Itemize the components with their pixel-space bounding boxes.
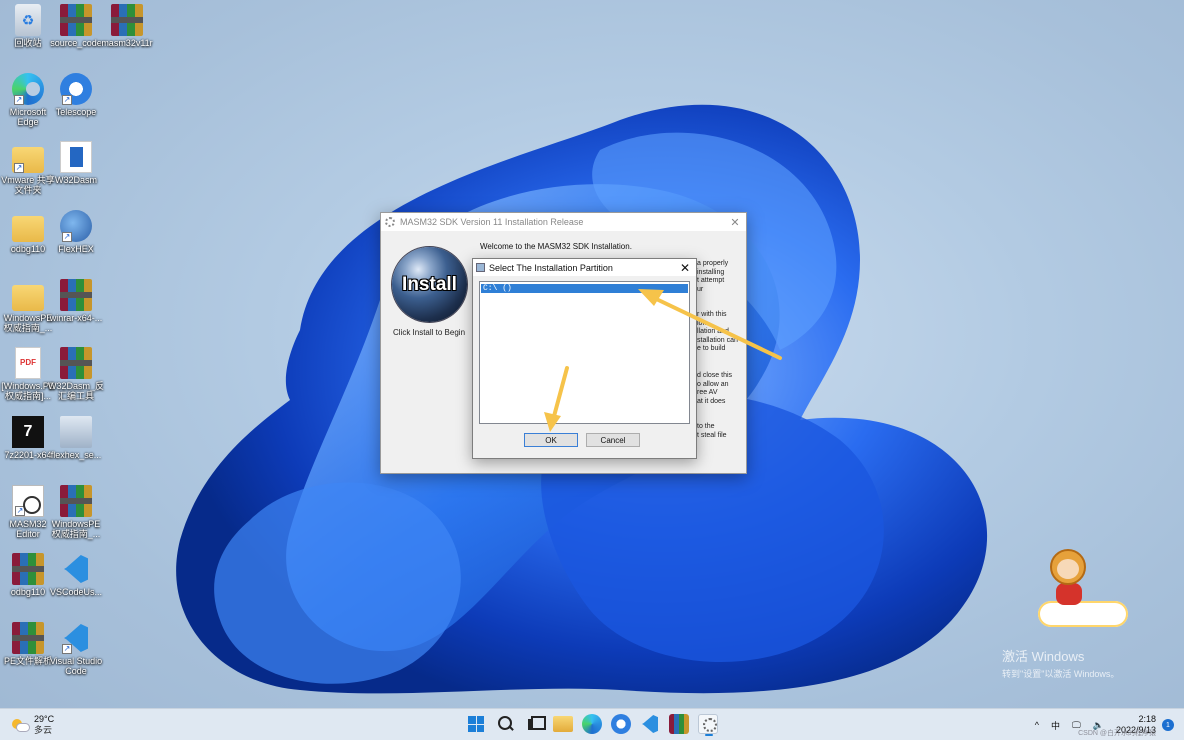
desktop-icon-label: winrar-x64-... bbox=[49, 313, 103, 323]
winrar-archive-icon bbox=[111, 4, 143, 36]
installer-titlebar[interactable]: MASM32 SDK Version 11 Installation Relea… bbox=[381, 213, 746, 231]
desktop-icon-label: source_code bbox=[50, 38, 102, 48]
telescope-icon: ↗ bbox=[60, 73, 92, 105]
notification-badge[interactable]: 1 bbox=[1162, 719, 1174, 731]
desktop-icon-w32dasm-archive[interactable]: W32Dasm_反汇编工具 bbox=[48, 347, 104, 401]
winrar-icon[interactable] bbox=[669, 714, 689, 734]
desktop-icon-label: W32Dasm_反汇编工具 bbox=[48, 381, 105, 401]
activate-windows-watermark: 激活 Windows 转到"设置"以激活 Windows。 bbox=[1002, 646, 1119, 680]
csdn-watermark: CSDN @白开水的程序猿 bbox=[1078, 730, 1156, 737]
desktop-icon-label: Telescope bbox=[55, 107, 97, 117]
desktop-icon-winrar-x64[interactable]: winrar-x64-... bbox=[48, 279, 104, 323]
vscode-icon: ↗ bbox=[60, 622, 92, 654]
installer-text-fragment: a properly installing t attempt ur bbox=[697, 260, 729, 293]
desktop-icon-windowspe-archive[interactable]: WindowsPE权威指南_... bbox=[48, 485, 104, 539]
desktop-icon-label: WindowsPE权威指南_... bbox=[51, 519, 101, 539]
recycle-bin-icon: ♻ bbox=[15, 4, 41, 36]
setup-icon[interactable] bbox=[698, 714, 718, 736]
desktop-icon-w32dasm[interactable]: W32Dasm bbox=[48, 141, 104, 185]
pdf-icon: PDF bbox=[15, 347, 41, 379]
winrar-archive-icon bbox=[60, 279, 92, 311]
desktop-icon-label: W32Dasm bbox=[54, 175, 97, 185]
weather-temperature: 29°C bbox=[34, 714, 55, 724]
vscode-icon bbox=[60, 553, 92, 585]
winrar-archive-icon bbox=[12, 622, 44, 654]
file-explorer-icon[interactable] bbox=[553, 716, 573, 732]
select-partition-dialog[interactable]: Select The Installation Partition ✕ C:\ … bbox=[472, 258, 697, 459]
desktop-icon-flexhex[interactable]: ↗ FlexHEX bbox=[48, 210, 104, 254]
welcome-text: Welcome to the MASM32 SDK Installation. bbox=[480, 242, 632, 251]
telescope-icon[interactable] bbox=[611, 714, 631, 734]
dialog-titlebar[interactable]: Select The Installation Partition ✕ bbox=[473, 259, 696, 276]
installer-title: MASM32 SDK Version 11 Installation Relea… bbox=[400, 217, 584, 227]
taskbar-apps bbox=[466, 714, 718, 736]
folder-icon bbox=[12, 216, 44, 242]
7zip-icon: 7 bbox=[12, 416, 44, 448]
desktop-icon-masm32v11r[interactable]: masm32v11r bbox=[99, 4, 155, 48]
winrar-archive-icon bbox=[12, 553, 44, 585]
monkey-king-mascot bbox=[1038, 543, 1128, 631]
ok-button[interactable]: OK bbox=[524, 433, 578, 447]
partition-item[interactable]: C:\ () bbox=[481, 284, 688, 293]
show-hidden-icons-button[interactable]: ^ bbox=[1035, 720, 1039, 730]
desktop-icon-label: flexhex_se... bbox=[50, 450, 102, 460]
winrar-archive-icon bbox=[60, 347, 92, 379]
partly-cloudy-icon bbox=[12, 719, 30, 732]
desktop-icon-label: VSCodeUs... bbox=[49, 587, 103, 597]
w32dasm-icon bbox=[60, 141, 92, 173]
desktop-icon-telescope[interactable]: ↗ Telescope bbox=[48, 73, 104, 117]
search-icon[interactable] bbox=[495, 714, 515, 734]
weather-widget[interactable]: 29°C 多云 bbox=[12, 714, 54, 736]
dialog-title: Select The Installation Partition bbox=[489, 262, 613, 273]
partition-listbox[interactable]: C:\ () bbox=[479, 281, 690, 424]
installer-text-fragment: r with this ion llation and stallation c… bbox=[697, 311, 738, 352]
activate-title: 激活 Windows bbox=[1002, 649, 1085, 664]
desktop-icon-source-code[interactable]: source_code bbox=[48, 4, 104, 48]
flexhex-icon: ↗ bbox=[60, 210, 92, 242]
desktop-icon-label: FlexHEX bbox=[58, 244, 94, 254]
start-icon[interactable] bbox=[466, 714, 486, 734]
dialog-window-icon bbox=[476, 263, 485, 272]
gear-icon bbox=[385, 217, 395, 227]
install-button[interactable]: Install bbox=[392, 247, 467, 322]
edge-icon: ↗ bbox=[12, 73, 44, 105]
setup-icon bbox=[60, 416, 92, 448]
installer-text-fragment: to the t steal file bbox=[697, 423, 727, 439]
desktop-icon-flexhex-setup[interactable]: flexhex_se... bbox=[48, 416, 104, 460]
masm32-editor-icon: ↗ bbox=[12, 485, 44, 517]
installer-text-fragment: d close this o allow an ree AV at it doe… bbox=[697, 372, 733, 405]
taskbar: 29°C 多云 ^ 中 🖵 🔈 2:18 2022/9/13 1 bbox=[0, 708, 1184, 740]
winrar-archive-icon bbox=[60, 485, 92, 517]
vscode-icon[interactable] bbox=[640, 714, 660, 734]
activate-subtitle: 转到"设置"以激活 Windows。 bbox=[1002, 669, 1120, 679]
clock-time: 2:18 bbox=[1138, 714, 1156, 724]
task-view-icon[interactable] bbox=[524, 714, 546, 734]
click-install-hint: Click Install to Begin bbox=[392, 328, 466, 337]
winrar-archive-icon bbox=[60, 4, 92, 36]
desktop-icon-label: Visual Studio Code bbox=[49, 656, 103, 676]
edge-icon[interactable] bbox=[582, 714, 602, 734]
dialog-close-button[interactable]: ✕ bbox=[674, 261, 696, 275]
folder-icon bbox=[12, 285, 44, 311]
desktop-icon-vscode-user[interactable]: VSCodeUs... bbox=[48, 553, 104, 597]
cancel-button[interactable]: Cancel bbox=[586, 433, 640, 447]
weather-condition: 多云 bbox=[34, 725, 53, 735]
installer-close-button[interactable]: ✕ bbox=[724, 216, 746, 229]
desktop-icon-visual-studio-code[interactable]: ↗ Visual Studio Code bbox=[48, 622, 104, 676]
ime-indicator[interactable]: 中 bbox=[1051, 719, 1060, 732]
folder-icon: ↗ bbox=[12, 147, 44, 173]
active-indicator bbox=[705, 734, 713, 736]
desktop-icon-label: masm32v11r bbox=[101, 38, 153, 48]
